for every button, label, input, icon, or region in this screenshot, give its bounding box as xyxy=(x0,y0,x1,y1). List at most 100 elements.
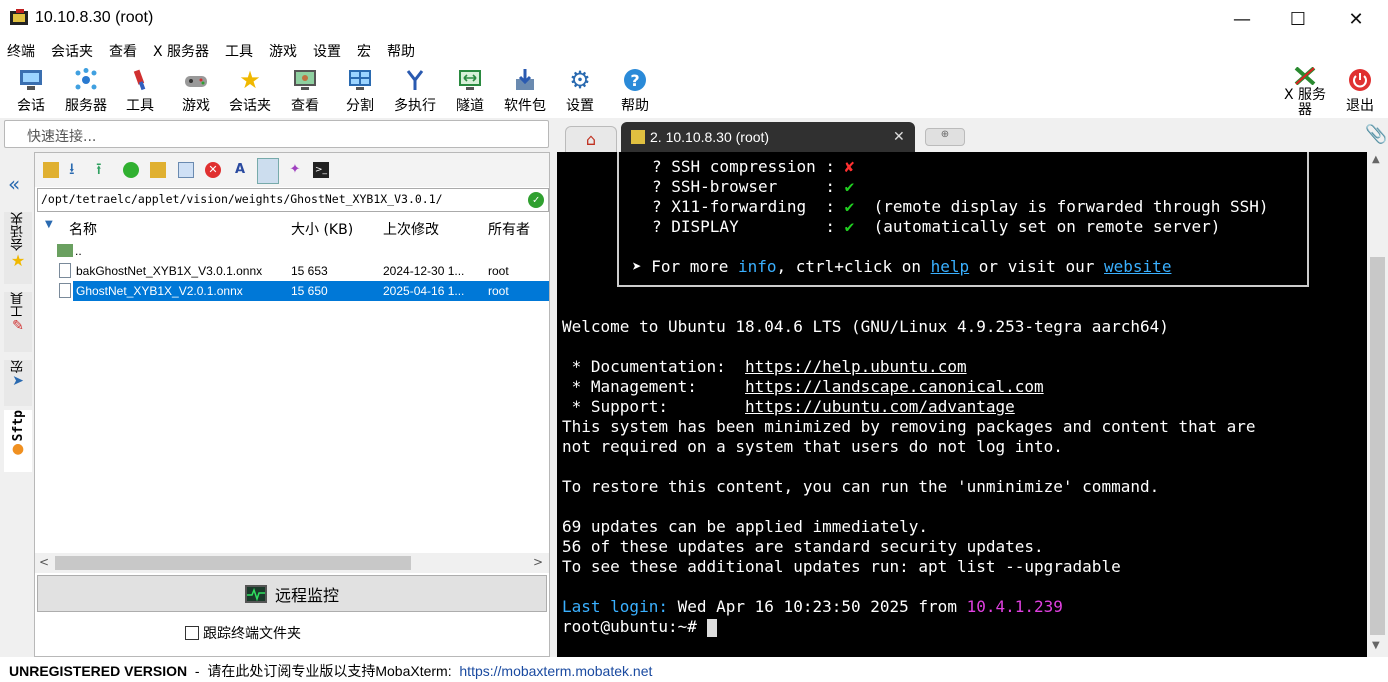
scroll-up-icon[interactable]: ▲ xyxy=(1372,154,1380,165)
sessions-folder-label: 会话夹 xyxy=(229,98,271,114)
sidebar-tab-sftp[interactable]: Sftp ● xyxy=(4,410,32,472)
table-row[interactable]: bakGhostNet_XYB1X_V3.0.1.onnx 15 653 202… xyxy=(35,261,549,281)
file-modified: 2025-04-16 1... xyxy=(383,284,465,298)
tab-strip: ⌂ 2. 10.10.8.30 (root) ✕ ⊕ 📎 xyxy=(555,120,1388,152)
packages-label: 软件包 xyxy=(504,98,546,114)
follow-folder-checkbox[interactable]: 跟踪终端文件夹 xyxy=(185,623,301,643)
file-size: 15 653 xyxy=(291,264,328,278)
close-button[interactable]: ✕ xyxy=(1332,0,1380,38)
new-tab-button[interactable]: ⊕ xyxy=(925,128,965,146)
refresh-icon[interactable] xyxy=(123,162,139,178)
col-owner[interactable]: 所有者 xyxy=(488,219,530,239)
settings-label: 设置 xyxy=(566,98,594,114)
tunnel-button[interactable]: 隧道 xyxy=(454,67,486,115)
scroll-down-icon[interactable]: ▼ xyxy=(1372,640,1380,651)
scroll-right-icon[interactable]: > xyxy=(533,555,543,569)
scroll-thumb[interactable] xyxy=(55,556,411,570)
doc-link[interactable]: https://help.ubuntu.com xyxy=(745,357,967,376)
split-button[interactable]: 分割 xyxy=(344,67,376,115)
terminal[interactable]: ? SSH compression : ✘ ? SSH-browser : ✔ … xyxy=(557,152,1367,657)
tab-close-icon[interactable]: ✕ xyxy=(893,128,905,145)
menu-xserver[interactable]: X 服务器 xyxy=(153,41,209,61)
servers-button[interactable]: 服务器 xyxy=(62,67,110,115)
help-link[interactable]: help xyxy=(931,257,970,276)
remote-monitor-button[interactable]: 远程监控 xyxy=(37,575,547,612)
home-tab[interactable]: ⌂ xyxy=(565,126,617,152)
path-input[interactable]: /opt/tetraelc/applet/vision/weights/Ghos… xyxy=(37,188,549,212)
help-button[interactable]: ? 帮助 xyxy=(618,67,652,115)
parent-folder-icon[interactable] xyxy=(43,162,59,178)
power-icon xyxy=(1347,67,1373,93)
col-modified[interactable]: 上次修改 xyxy=(383,219,439,239)
permissions-icon[interactable] xyxy=(257,158,279,184)
tunnel-label: 隧道 xyxy=(456,98,484,114)
main-toolbar: 会话 服务器 工具 游戏 ★ 会话夹 查看 分割 多执行 隧道 软件包 ⚙ 设置… xyxy=(0,64,1388,118)
sidebar-tab-tools[interactable]: 工具 ✎ xyxy=(4,292,32,352)
exit-label: 退出 xyxy=(1346,98,1374,114)
info-link[interactable]: info xyxy=(738,257,777,276)
path-ok-icon[interactable]: ✓ xyxy=(528,192,544,208)
magic-wand-icon[interactable]: ✦ xyxy=(287,162,303,178)
sup-link[interactable]: https://ubuntu.com/advantage xyxy=(745,397,1015,416)
exit-button[interactable]: 退出 xyxy=(1344,67,1376,115)
delete-icon[interactable]: ✕ xyxy=(205,162,221,178)
tab-session-active[interactable]: 2. 10.10.8.30 (root) ✕ xyxy=(621,122,915,152)
tools-button[interactable]: 工具 xyxy=(124,67,156,115)
checkbox[interactable] xyxy=(185,626,199,640)
multiexec-button[interactable]: 多执行 xyxy=(391,67,439,115)
last-login-ip: 10.4.1.239 xyxy=(966,597,1063,616)
upload-icon[interactable]: ⭱ xyxy=(96,161,112,178)
mobaxterm-link[interactable]: https://mobaxterm.mobatek.net xyxy=(459,663,652,679)
terminal-icon[interactable]: >_ xyxy=(313,162,329,178)
gamepad-icon xyxy=(183,67,209,93)
collapse-icon[interactable]: « xyxy=(8,172,20,196)
fork-icon xyxy=(402,67,428,93)
scroll-left-icon[interactable]: < xyxy=(39,555,49,569)
horizontal-scrollbar[interactable]: < > xyxy=(35,553,549,573)
menu-macros[interactable]: 宏 xyxy=(357,41,371,61)
feat-name: ? DISPLAY : xyxy=(652,217,845,236)
games-button[interactable]: 游戏 xyxy=(180,67,212,115)
list-item-parent[interactable]: .. xyxy=(35,241,549,261)
quick-connect-input[interactable]: 快速连接... xyxy=(4,120,549,148)
status-bar: UNREGISTERED VERSION - 请在此处订阅专业版以支持MobaX… xyxy=(0,657,1388,682)
feat-note: (remote display is forwarded through SSH… xyxy=(854,197,1269,216)
table-row-selected[interactable]: GhostNet_XYB1X_V2.0.1.onnx 15 650 2025-0… xyxy=(73,281,549,301)
new-file-icon[interactable] xyxy=(178,162,194,178)
menu-tools[interactable]: 工具 xyxy=(225,41,253,61)
settings-button[interactable]: ⚙ 设置 xyxy=(564,66,596,115)
sessions-folder-button[interactable]: ★ 会话夹 xyxy=(226,66,274,115)
sftp-toolbar: ⭳ ⭱ ✕ A ✦ >_ xyxy=(35,153,549,187)
split-label: 分割 xyxy=(346,98,374,114)
file-size: 15 650 xyxy=(291,284,328,298)
menu-sessions[interactable]: 会话夹 xyxy=(51,41,93,61)
rename-icon[interactable]: A xyxy=(232,162,248,178)
menu-games[interactable]: 游戏 xyxy=(269,41,297,61)
download-icon[interactable]: ⭳ xyxy=(69,161,85,178)
paperclip-icon[interactable]: 📎 xyxy=(1365,124,1387,145)
menu-settings[interactable]: 设置 xyxy=(313,41,341,61)
menu-help[interactable]: 帮助 xyxy=(387,41,415,61)
column-header: ▼ 名称 大小 (KB) 上次修改 所有者 xyxy=(35,215,549,239)
col-name[interactable]: 名称 xyxy=(69,219,97,239)
last-login-time: Wed Apr 16 10:23:50 2025 from xyxy=(677,597,967,616)
packages-button[interactable]: 软件包 xyxy=(502,67,548,115)
sidebar-tab-sessions[interactable]: 会话夹 ★ xyxy=(4,212,32,284)
new-folder-icon[interactable] xyxy=(150,162,166,178)
mgmt-link[interactable]: https://landscape.canonical.com xyxy=(745,377,1044,396)
monitor-icon xyxy=(18,67,44,93)
session-button[interactable]: 会话 xyxy=(14,67,48,115)
sidebar-tab-macros[interactable]: 宏 ➤ xyxy=(4,360,32,406)
menu-view[interactable]: 查看 xyxy=(109,41,137,61)
view-icon xyxy=(292,67,318,93)
minimize-button[interactable]: — xyxy=(1218,0,1266,38)
view-button[interactable]: 查看 xyxy=(289,67,321,115)
website-link[interactable]: website xyxy=(1104,257,1171,276)
menu-terminal[interactable]: 终端 xyxy=(7,41,35,61)
col-size[interactable]: 大小 (KB) xyxy=(291,219,353,239)
maximize-button[interactable]: ☐ xyxy=(1274,0,1322,38)
xserver-button[interactable]: X 服务器 xyxy=(1280,67,1330,118)
scroll-thumb[interactable] xyxy=(1370,257,1385,635)
path-text: /opt/tetraelc/applet/vision/weights/Ghos… xyxy=(41,192,443,206)
terminal-scrollbar[interactable]: ▲ ▼ xyxy=(1367,152,1388,657)
